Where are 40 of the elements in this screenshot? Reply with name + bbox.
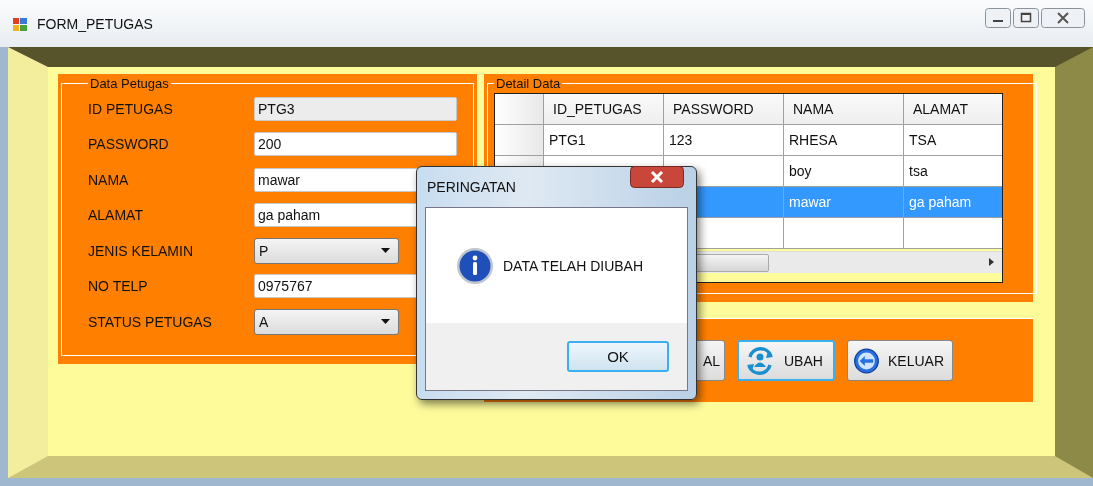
window-title: FORM_PETUGAS <box>37 15 153 32</box>
column-header[interactable]: ID_PETUGAS <box>544 94 664 124</box>
field-label: STATUS PETUGAS <box>88 313 213 330</box>
field-label: NO TELP <box>88 278 149 295</box>
maximize-icon[interactable] <box>1013 8 1039 28</box>
table-cell: TSA <box>909 132 937 148</box>
table-cell: PTG1 <box>549 132 586 148</box>
column-header[interactable]: PASSWORD <box>664 94 784 124</box>
field-label: ID PETUGAS <box>88 100 174 117</box>
input-field[interactable]: 200 <box>254 132 457 157</box>
field-label: ALAMAT <box>88 207 144 224</box>
dropdown[interactable]: A <box>254 308 399 335</box>
table-cell: mawar <box>789 194 831 210</box>
dropdown[interactable]: P <box>254 237 399 264</box>
group-title: Data Petugas <box>89 76 170 91</box>
refresh-user-icon <box>744 344 776 377</box>
column-header[interactable]: ALAMAT <box>904 94 1002 124</box>
table-cell: ga paham <box>909 194 972 210</box>
table-cell: RHESA <box>789 132 838 148</box>
minimize-icon[interactable] <box>985 8 1011 28</box>
close-icon[interactable] <box>630 166 684 188</box>
exit-button[interactable]: KELUAR <box>847 340 953 381</box>
info-icon <box>456 246 494 285</box>
field-label: JENIS KELAMIN <box>88 242 195 259</box>
table-row[interactable]: PTG1 123 RHESA TSA <box>495 125 1002 156</box>
group-title: Detail Data <box>495 76 562 91</box>
column-header[interactable]: NAMA <box>784 94 904 124</box>
ok-button[interactable]: OK <box>567 341 669 372</box>
scroll-right-icon[interactable] <box>989 258 994 266</box>
close-icon[interactable] <box>1041 8 1085 28</box>
table-cell: boy <box>789 163 812 179</box>
field-label: NAMA <box>88 171 130 188</box>
table-cell: tsa <box>909 163 928 179</box>
update-button[interactable]: UBAH <box>737 340 835 381</box>
caret-icon <box>381 319 390 325</box>
form-icon <box>12 15 28 32</box>
caret-icon <box>381 248 390 254</box>
field-label: PASSWORD <box>88 136 170 153</box>
dialog-message: DATA TELAH DIUBAH <box>503 257 644 274</box>
table-cell: 123 <box>669 132 693 148</box>
